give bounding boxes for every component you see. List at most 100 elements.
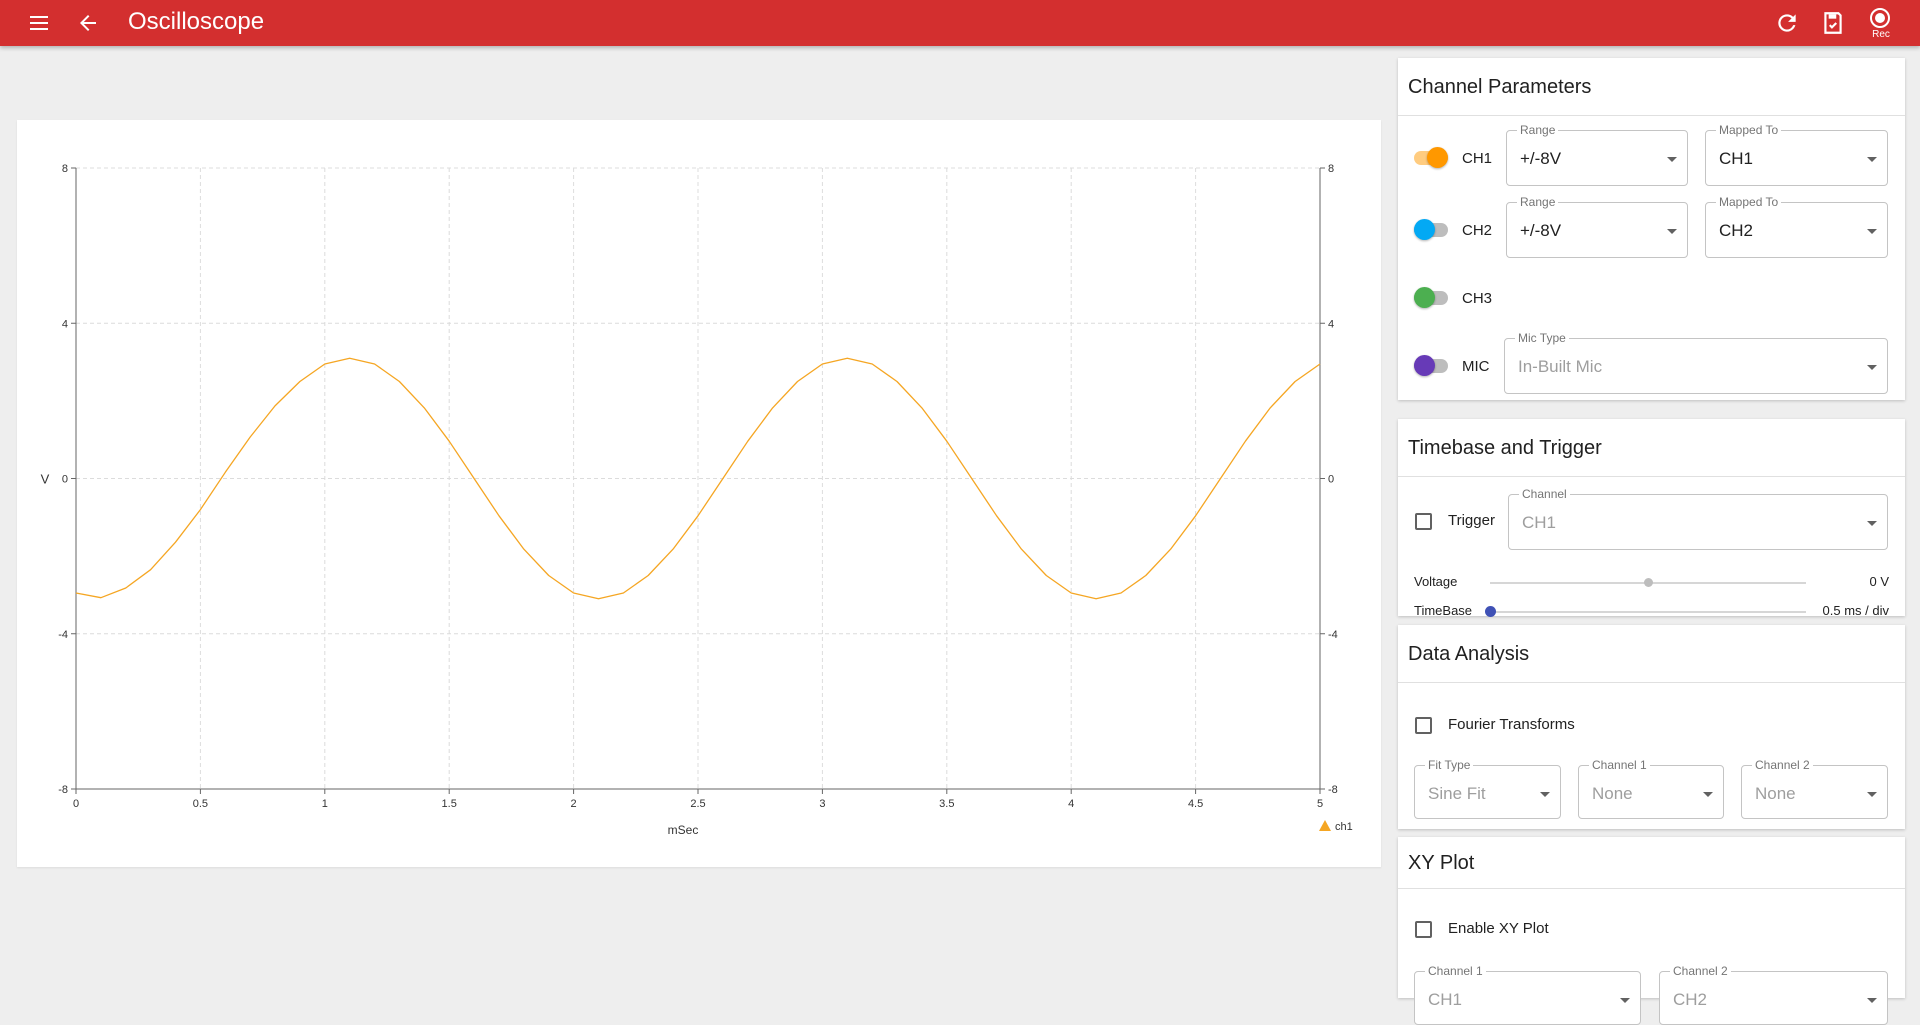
x-tick-label: 2.5 (690, 798, 705, 810)
ch2-range-legend: Range (1517, 195, 1559, 209)
analysis-channel1-value: None (1592, 784, 1633, 803)
ch2-range-select[interactable]: Range +/-8V (1506, 195, 1688, 258)
y-tick-label: -4 (58, 629, 68, 641)
refresh-icon[interactable] (1774, 10, 1800, 36)
analysis-channel1-legend: Channel 1 (1589, 758, 1650, 772)
ch1-mapped-legend: Mapped To (1716, 123, 1782, 137)
ch2-mapped-select[interactable]: Mapped To CH2 (1705, 195, 1888, 258)
channel-row-ch1: CH1 Range +/-8V Mapped To CH1 (1398, 123, 1905, 186)
y-axis-label: V (41, 472, 50, 487)
x-tick-label: 0 (73, 798, 79, 810)
chevron-down-icon (1867, 365, 1877, 370)
channel-row-mic: MIC Mic Type In-Built Mic (1398, 331, 1905, 394)
xy-plot-card: XY Plot Enable XY Plot Channel 1 CH1 Cha… (1398, 837, 1905, 1025)
ch3-toggle-knob (1414, 287, 1435, 308)
record-icon[interactable] (1867, 6, 1893, 30)
chevron-down-icon (1867, 157, 1877, 162)
trigger-channel-value: CH1 (1522, 513, 1557, 532)
data-analysis-card: Data Analysis Fourier Transforms Fit Typ… (1398, 625, 1905, 829)
ch1-toggle-knob (1427, 147, 1448, 168)
trigger-label: Trigger (1448, 512, 1495, 529)
ch1-range-value: +/-8V (1520, 149, 1562, 168)
mic-toggle-knob (1414, 355, 1435, 376)
oscilloscope-chart: 0 0.5 1 1.5 2 2.5 3 3.5 4 4.5 5 8 8 4 4 0 0 -4 -4 -8 -8 VmSec… (17, 120, 1381, 867)
ch1-toggle[interactable] (1414, 147, 1448, 168)
ch1-label: CH1 (1462, 150, 1493, 167)
analysis-channel2-legend: Channel 2 (1752, 758, 1813, 772)
mic-type-select[interactable]: Mic Type In-Built Mic (1504, 331, 1888, 394)
x-tick-label: 0.5 (193, 798, 208, 810)
analysis-channel1-select[interactable]: Channel 1 None (1578, 758, 1724, 819)
trigger-channel-select[interactable]: Channel CH1 (1508, 487, 1888, 550)
chevron-down-icon (1703, 792, 1713, 797)
xy-plot-checkbox[interactable] (1415, 921, 1432, 938)
legend-label: ch1 (1335, 821, 1353, 833)
ch1-range-select[interactable]: Range +/-8V (1506, 123, 1688, 186)
xy-channel1-select[interactable]: Channel 1 CH1 (1414, 964, 1641, 1025)
xy-plot-title: XY Plot (1398, 837, 1905, 889)
mic-type-legend: Mic Type (1515, 331, 1569, 345)
timebase-slider[interactable] (1485, 606, 1806, 617)
trigger-checkbox[interactable] (1415, 513, 1432, 530)
x-tick-label: 3 (819, 798, 825, 810)
fourier-label: Fourier Transforms (1448, 716, 1575, 733)
right-y-tick-label: 8 (1328, 163, 1334, 175)
chevron-down-icon (1667, 229, 1677, 234)
ch2-range-value: +/-8V (1520, 221, 1562, 240)
analysis-channel2-value: None (1755, 784, 1796, 803)
voltage-slider[interactable] (1490, 578, 1806, 587)
timebase-trigger-card: Timebase and Trigger Trigger Channel CH1… (1398, 419, 1905, 618)
page-title: Oscilloscope (128, 8, 265, 35)
x-tick-label: 4.5 (1188, 798, 1203, 810)
xy-channel2-value: CH2 (1673, 990, 1708, 1009)
chevron-down-icon (1540, 792, 1550, 797)
xy-channel1-legend: Channel 1 (1425, 964, 1486, 978)
menu-icon[interactable] (27, 12, 53, 34)
ch3-label: CH3 (1462, 290, 1493, 307)
channel-row-ch3: CH3 (1398, 270, 1905, 326)
ch2-mapped-legend: Mapped To (1716, 195, 1782, 209)
x-tick-label: 4 (1068, 798, 1074, 810)
xy-channel2-select[interactable]: Channel 2 CH2 (1659, 964, 1888, 1025)
chevron-down-icon (1867, 998, 1877, 1003)
timebase-slider-thumb[interactable] (1485, 606, 1496, 617)
fourier-checkbox[interactable] (1415, 717, 1432, 734)
arrow-back-icon[interactable] (76, 11, 100, 35)
analysis-channel2-select[interactable]: Channel 2 None (1741, 758, 1888, 819)
chevron-down-icon (1667, 157, 1677, 162)
timebase-value: 0.5 ms / div (1822, 603, 1889, 618)
right-y-tick-label: -8 (1328, 784, 1338, 796)
ch2-mapped-value: CH2 (1719, 221, 1754, 240)
chevron-down-icon (1620, 998, 1630, 1003)
mic-type-value: In-Built Mic (1518, 357, 1603, 376)
x-tick-label: 2 (571, 798, 577, 810)
mic-toggle[interactable] (1414, 355, 1448, 376)
channel-parameters-card: Channel Parameters CH1 Range +/-8V Mappe… (1398, 58, 1905, 400)
app-bar: Oscilloscope Rec (0, 0, 1920, 46)
fit-type-select[interactable]: Fit Type Sine Fit (1414, 758, 1561, 819)
fit-type-legend: Fit Type (1425, 758, 1474, 772)
save-icon[interactable] (1820, 10, 1846, 36)
ch1-mapped-value: CH1 (1719, 149, 1754, 168)
chevron-down-icon (1867, 521, 1877, 526)
channel-parameters-title: Channel Parameters (1398, 58, 1905, 116)
right-y-tick-label: -4 (1328, 629, 1338, 641)
ch2-toggle-knob (1414, 219, 1435, 240)
channel-row-ch2: CH2 Range +/-8V Mapped To CH2 (1398, 195, 1905, 258)
voltage-slider-thumb[interactable] (1644, 578, 1653, 587)
voltage-value: 0 V (1869, 574, 1889, 589)
voltage-label: Voltage (1414, 574, 1458, 589)
fit-type-value: Sine Fit (1428, 784, 1486, 803)
right-y-tick-label: 4 (1328, 318, 1334, 330)
y-tick-label: 0 (62, 474, 68, 486)
ch3-toggle[interactable] (1414, 287, 1448, 308)
ch2-toggle[interactable] (1414, 219, 1448, 240)
right-y-tick-label: 0 (1328, 474, 1334, 486)
xy-plot-label: Enable XY Plot (1448, 920, 1549, 937)
ch1-mapped-select[interactable]: Mapped To CH1 (1705, 123, 1888, 186)
mic-label: MIC (1462, 358, 1490, 375)
x-tick-label: 1.5 (442, 798, 457, 810)
y-tick-label: 4 (62, 318, 68, 330)
trigger-channel-legend: Channel (1519, 487, 1570, 501)
chart-svg: 0 0.5 1 1.5 2 2.5 3 3.5 4 4.5 5 8 8 4 4 0 0 -4 -4 -8 -8 VmSec… (41, 163, 1353, 837)
